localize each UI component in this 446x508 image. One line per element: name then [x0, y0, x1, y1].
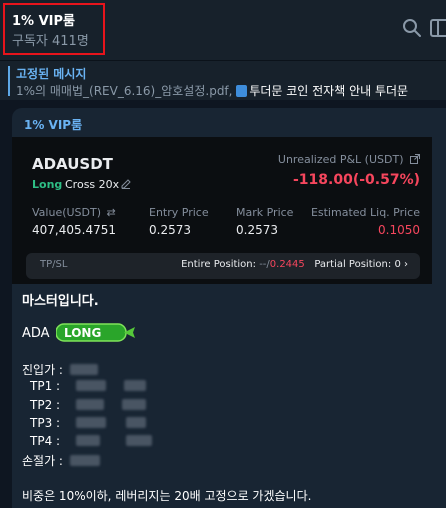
liq-price-label: Estimated Liq. Price: [310, 206, 420, 219]
highlight-box: [3, 3, 105, 55]
margin-mode: Cross 20x: [65, 178, 120, 191]
long-badge: LONG: [56, 323, 135, 342]
chevron-right-icon: ›: [404, 259, 408, 270]
search-icon[interactable]: [402, 18, 422, 38]
tp3-line: TP3 :: [30, 416, 146, 430]
position-side: Long: [32, 178, 63, 191]
chat-header[interactable]: 1% VIP룸 구독자 411명: [0, 0, 446, 60]
pinned-file-name: 1%의 매매법_(REV_6.16)_암호설정.pdf,: [16, 84, 233, 98]
entry-price-value: 0.2573: [149, 223, 191, 237]
tpsl-bar: TP/SL Entire Position: --/0.2445 Partial…: [26, 253, 420, 279]
greeting-text: 마스터입니다.: [22, 294, 99, 309]
entry-price-line: 진입가 :: [22, 361, 98, 378]
upnl-value: -118.00(-0.57%): [292, 172, 420, 188]
mark-price-label: Mark Price: [236, 206, 294, 219]
pinned-message-bar[interactable]: 고정된 메시지 1%의 매매법_(REV_6.16)_암호설정.pdf, 투더문…: [0, 60, 446, 100]
tpsl-label: TP/SL: [40, 259, 68, 270]
share-icon: [410, 154, 420, 164]
value-amount: 407,405.4751: [32, 223, 116, 237]
message-sender[interactable]: 1% VIP룸: [24, 116, 82, 133]
pinned-indicator: [8, 66, 10, 96]
coin-name: ADA: [22, 326, 50, 341]
tp2-line: TP2 :: [30, 398, 146, 412]
tp1-line: TP1 :: [30, 379, 146, 393]
liq-price-value: 0.1050: [378, 223, 420, 237]
pinned-title: 고정된 메시지: [16, 67, 87, 81]
position-symbol: ADAUSDT: [32, 155, 113, 173]
position-card-image[interactable]: ADAUSDT Long Cross 20x Unrealized P&L (U…: [12, 137, 432, 284]
pinned-book-text: 투더문 코인 전자책 안내 투더문: [249, 84, 409, 98]
book-icon: [236, 85, 248, 97]
mark-price-value: 0.2573: [236, 223, 278, 237]
stop-loss-line: 손절가 :: [22, 452, 100, 469]
upnl-label: Unrealized P&L (USDT): [278, 153, 420, 166]
edit-icon: [121, 179, 131, 189]
tpsl-details: Entire Position: --/0.2445 Partial Posit…: [181, 259, 408, 270]
value-label: Value(USDT) ⇄: [32, 206, 116, 219]
footer-text: 비중은 10%이하, 레버리지는 20배 고정으로 가겠습니다.: [22, 489, 312, 503]
tp4-line: TP4 :: [30, 434, 152, 448]
long-badge-text: LONG: [64, 326, 101, 340]
pinned-text: 1%의 매매법_(REV_6.16)_암호설정.pdf, 투더문 코인 전자책 …: [16, 82, 408, 99]
side-panel-icon[interactable]: [430, 19, 446, 37]
swap-icon: ⇄: [106, 206, 116, 219]
entry-price-label: Entry Price: [149, 206, 209, 219]
